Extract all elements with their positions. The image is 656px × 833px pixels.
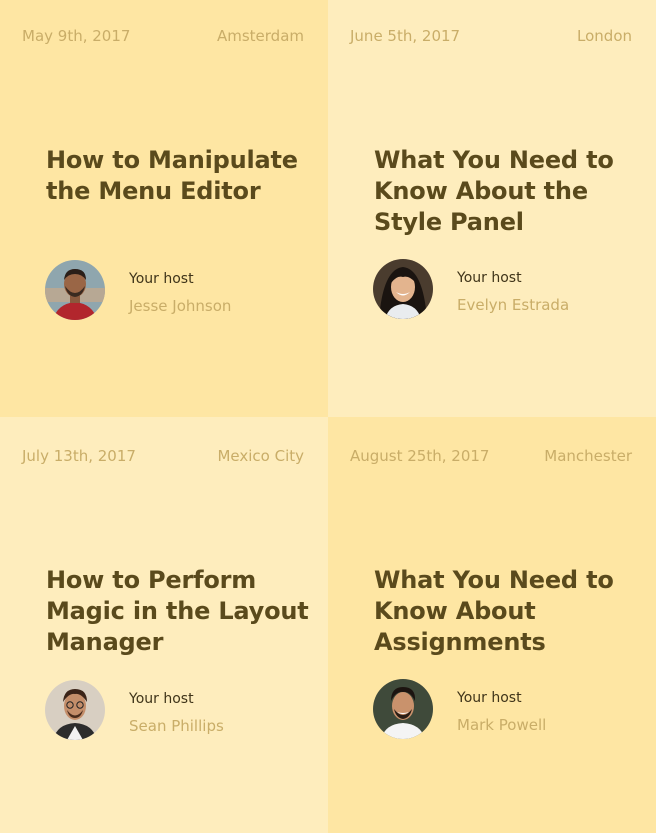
event-host: Your host Sean Phillips — [45, 680, 315, 742]
host-avatar — [45, 680, 105, 740]
event-date: May 9th, 2017 — [22, 27, 131, 45]
host-name[interactable]: Jesse Johnson — [129, 297, 231, 315]
event-date: July 13th, 2017 — [22, 447, 136, 465]
event-meta: June 5th, 2017 London — [350, 27, 632, 47]
event-title[interactable]: How to Manipulate the Menu Editor — [46, 145, 316, 207]
event-title[interactable]: What You Need to Know About the Style Pa… — [374, 145, 644, 238]
event-host: Your host Evelyn Estrada — [373, 259, 643, 321]
host-label: Your host — [457, 690, 522, 706]
host-label: Your host — [457, 270, 522, 286]
host-name[interactable]: Sean Phillips — [129, 717, 224, 735]
host-avatar — [45, 260, 105, 320]
event-meta: July 13th, 2017 Mexico City — [22, 447, 304, 467]
event-host: Your host Mark Powell — [373, 679, 643, 741]
host-avatar — [373, 259, 433, 319]
host-label: Your host — [129, 271, 194, 287]
host-label: Your host — [129, 691, 194, 707]
event-card[interactable]: May 9th, 2017 Amsterdam How to Manipulat… — [0, 0, 328, 417]
host-name[interactable]: Evelyn Estrada — [457, 296, 569, 314]
event-date: June 5th, 2017 — [350, 27, 461, 45]
event-city: Amsterdam — [216, 27, 304, 45]
event-card[interactable]: July 13th, 2017 Mexico City How to Perfo… — [0, 417, 328, 833]
event-title[interactable]: How to Perform Magic in the Layout Manag… — [46, 565, 316, 658]
event-card[interactable]: June 5th, 2017 London What You Need to K… — [328, 0, 656, 417]
event-meta: May 9th, 2017 Amsterdam — [22, 27, 304, 47]
event-host: Your host Jesse Johnson — [45, 260, 315, 322]
host-avatar — [373, 679, 433, 739]
event-date: August 25th, 2017 — [350, 447, 490, 465]
event-card[interactable]: August 25th, 2017 Manchester What You Ne… — [328, 417, 656, 833]
event-title[interactable]: What You Need to Know About Assignments — [374, 565, 644, 658]
event-city: Mexico City — [217, 447, 304, 465]
event-card-grid: May 9th, 2017 Amsterdam How to Manipulat… — [0, 0, 656, 833]
event-meta: August 25th, 2017 Manchester — [350, 447, 632, 467]
event-city: Manchester — [544, 447, 632, 465]
event-city: London — [577, 27, 632, 45]
host-name[interactable]: Mark Powell — [457, 716, 546, 734]
